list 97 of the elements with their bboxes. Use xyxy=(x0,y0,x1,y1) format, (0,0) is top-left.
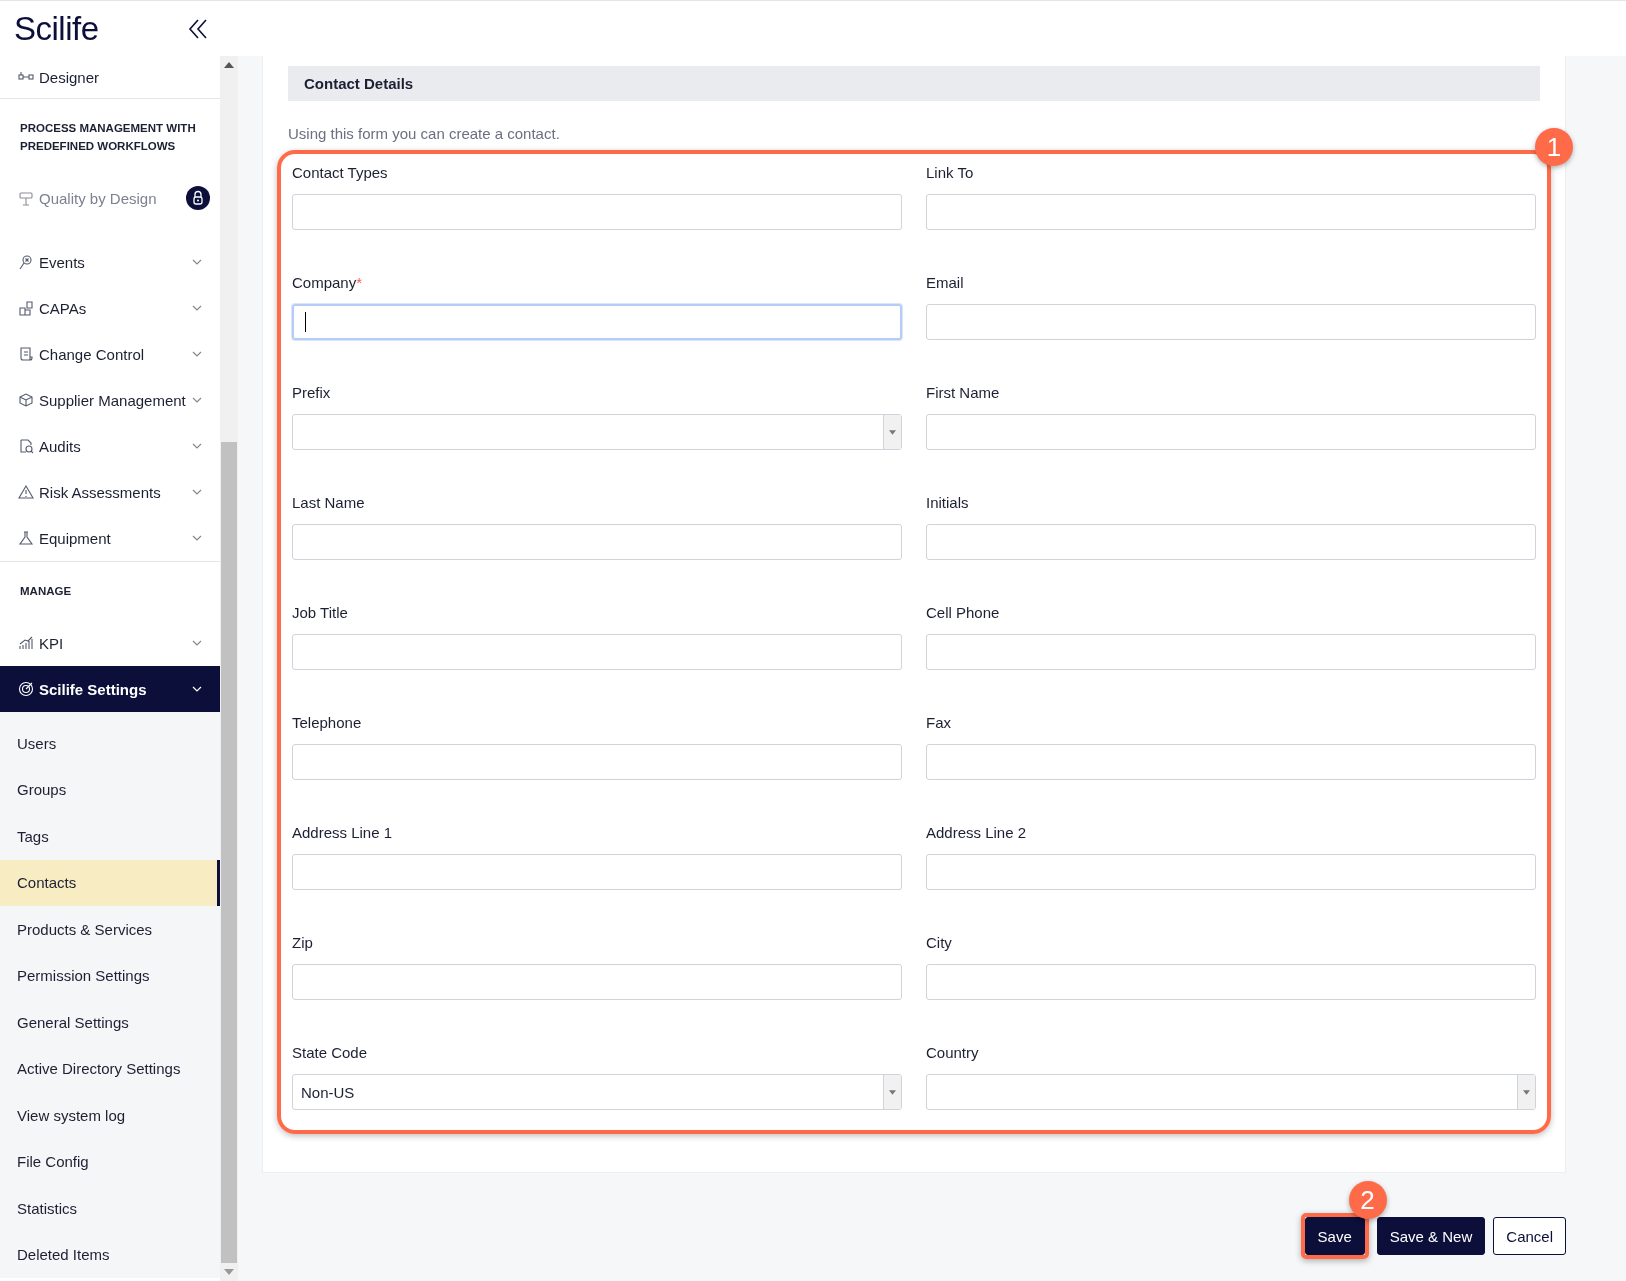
searchdoc-icon xyxy=(18,438,34,454)
chevron-down-icon xyxy=(192,351,202,357)
chart-icon xyxy=(18,635,34,651)
submenu-item[interactable]: Products & Services xyxy=(0,906,220,953)
scroll-up-icon[interactable] xyxy=(224,62,234,68)
callout-badge: 2 xyxy=(1348,1181,1387,1219)
field-label: State Code xyxy=(292,1044,369,1063)
nav-item[interactable]: Risk Assessments xyxy=(0,469,220,515)
dropdown-field[interactable]: Non-US xyxy=(292,1074,902,1110)
text-field[interactable] xyxy=(926,964,1536,1000)
dropdown-field[interactable] xyxy=(292,414,902,450)
text-field[interactable] xyxy=(926,854,1536,890)
chevron-down-icon xyxy=(192,686,202,692)
doc-icon xyxy=(18,346,34,362)
text-field[interactable] xyxy=(292,304,902,340)
nav-item[interactable]: Quality by Design xyxy=(0,175,220,221)
text-field[interactable] xyxy=(292,524,902,560)
field-label: City xyxy=(926,934,953,953)
nav-item[interactable]: Audits xyxy=(0,423,220,469)
nav-item[interactable]: Supplier Management xyxy=(0,377,220,423)
nav-item[interactable]: KPI xyxy=(0,620,220,666)
collapse-sidebar-icon[interactable] xyxy=(188,17,208,40)
text-field[interactable] xyxy=(926,524,1536,560)
puzzle-icon xyxy=(18,300,34,316)
target-icon xyxy=(18,681,34,697)
field-label: Job Title xyxy=(292,604,349,623)
text-field[interactable] xyxy=(292,744,902,780)
submenu-item[interactable]: Tags xyxy=(0,813,220,860)
field-label: Address Line 1 xyxy=(292,824,394,843)
submenu-item[interactable]: Users xyxy=(0,720,220,767)
scrollbar[interactable] xyxy=(220,56,238,1281)
field-label: Fax xyxy=(926,714,952,733)
field-label: Country xyxy=(926,1044,980,1063)
field-label: Company* xyxy=(292,274,364,293)
text-field[interactable] xyxy=(926,304,1536,340)
submenu-item[interactable]: View system log xyxy=(0,1092,220,1139)
field-label: Contact Types xyxy=(292,164,389,183)
pin-icon xyxy=(18,254,34,270)
submenu-item[interactable]: General Settings xyxy=(0,999,220,1046)
dropdown-arrow-icon xyxy=(889,1089,896,1095)
field-label: Prefix xyxy=(292,384,332,403)
warn-icon xyxy=(18,484,34,500)
text-field[interactable] xyxy=(292,194,902,230)
save-new-button[interactable]: Save & New xyxy=(1376,1217,1486,1255)
lock-icon xyxy=(186,186,210,210)
text-field[interactable] xyxy=(292,854,902,890)
nav-item[interactable]: Equipment xyxy=(0,515,220,561)
section-heading: MANAGE xyxy=(19,584,73,599)
submenu-item[interactable]: Active Directory Settings xyxy=(0,1045,220,1092)
box-icon xyxy=(18,392,34,408)
section-title: Contact Details xyxy=(288,66,1540,101)
chevron-down-icon xyxy=(192,489,202,495)
logo-text: Scilife xyxy=(14,9,99,48)
chevron-down-icon xyxy=(192,305,202,311)
text-field[interactable] xyxy=(926,634,1536,670)
scroll-down-icon[interactable] xyxy=(224,1269,234,1275)
sign-icon xyxy=(18,190,34,206)
nav-item[interactable]: Designer xyxy=(0,56,220,98)
submenu-item[interactable]: File Config xyxy=(0,1138,220,1185)
chevron-down-icon xyxy=(192,535,202,541)
field-label: Initials xyxy=(926,494,970,513)
field-label: Link To xyxy=(926,164,975,183)
text-field[interactable] xyxy=(292,634,902,670)
chevron-down-icon xyxy=(192,397,202,403)
chevron-down-icon xyxy=(192,259,202,265)
submenu-item[interactable]: Statistics xyxy=(0,1185,220,1232)
submenu-item[interactable]: Groups xyxy=(0,766,220,813)
field-label: Last Name xyxy=(292,494,366,513)
chevron-down-icon xyxy=(192,443,202,449)
field-label: Telephone xyxy=(292,714,363,733)
dropdown-arrow-icon xyxy=(889,429,896,435)
chevron-down-icon xyxy=(192,640,202,646)
nav-item[interactable]: CAPAs xyxy=(0,285,220,331)
scrollbar-thumb[interactable] xyxy=(221,442,237,1263)
text-field[interactable] xyxy=(926,744,1536,780)
field-label: Email xyxy=(926,274,965,293)
nav-item[interactable]: Events xyxy=(0,239,220,285)
text-field[interactable] xyxy=(926,414,1536,450)
save-button[interactable]: Save xyxy=(1304,1217,1365,1255)
field-label: Address Line 2 xyxy=(926,824,1028,843)
cancel-button[interactable]: Cancel xyxy=(1493,1217,1566,1255)
dropdown-field[interactable] xyxy=(926,1074,1536,1110)
nav-item[interactable]: Change Control xyxy=(0,331,220,377)
section-heading: PROCESS MANAGEMENT WITH PREDEFINED WORKFLOWS xyxy=(19,121,197,154)
dropdown-arrow-icon xyxy=(1523,1089,1530,1095)
callout-badge: 1 xyxy=(1535,128,1573,166)
form-intro: Using this form you can create a contact. xyxy=(288,125,561,142)
nav-item[interactable]: Scilife Settings xyxy=(0,666,220,712)
field-label: First Name xyxy=(926,384,1001,403)
flask-icon xyxy=(18,530,34,546)
submenu-item[interactable]: Permission Settings xyxy=(0,952,220,999)
text-field[interactable] xyxy=(292,964,902,1000)
text-field[interactable] xyxy=(926,194,1536,230)
submenu-item[interactable]: Contacts xyxy=(0,859,220,906)
field-label: Cell Phone xyxy=(926,604,1001,623)
field-label: Zip xyxy=(292,934,314,953)
submenu-item[interactable]: Deleted Items xyxy=(0,1231,220,1278)
